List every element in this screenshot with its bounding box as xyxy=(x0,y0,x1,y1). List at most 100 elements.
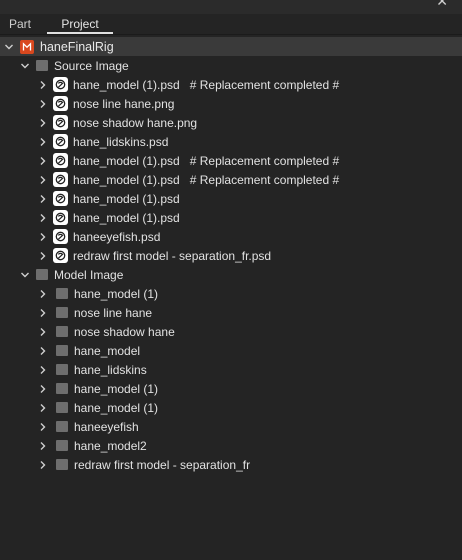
chevron-right-icon[interactable] xyxy=(38,194,48,204)
source-image-item-label: redraw first model - separation_fr.psd xyxy=(73,248,272,263)
image-file-icon xyxy=(53,210,68,225)
folder-icon xyxy=(56,364,68,375)
replacement-status-note: # Replacement completed # xyxy=(189,172,340,187)
folder-icon xyxy=(36,60,48,71)
tab-bar: Part Project xyxy=(0,14,462,35)
folder-icon xyxy=(56,307,68,318)
source-image-item-label: hane_model (1).psd xyxy=(73,210,180,225)
tree-root-row[interactable]: haneFinalRig xyxy=(0,37,462,56)
model-image-item[interactable]: redraw first model - separation_fr xyxy=(0,455,462,474)
chevron-right-icon[interactable] xyxy=(38,156,48,166)
replacement-status-note: # Replacement completed # xyxy=(189,153,340,168)
folder-icon xyxy=(56,326,68,337)
source-image-item[interactable]: hane_model (1).psd # Replacement complete… xyxy=(0,151,462,170)
chevron-right-icon[interactable] xyxy=(38,80,48,90)
image-file-icon xyxy=(53,96,68,111)
image-file-icon xyxy=(53,172,68,187)
image-file-icon xyxy=(53,153,68,168)
chevron-right-icon[interactable] xyxy=(38,403,48,413)
source-image-item[interactable]: hane_model (1).psd # Replacement complete… xyxy=(0,75,462,94)
folder-icon xyxy=(56,459,68,470)
source-image-item[interactable]: haneeyefish.psd xyxy=(0,227,462,246)
source-image-item-label: hane_lidskins.psd xyxy=(73,134,169,149)
source-image-item[interactable]: hane_lidskins.psd xyxy=(0,132,462,151)
chevron-right-icon[interactable] xyxy=(38,99,48,109)
chevron-right-icon[interactable] xyxy=(38,460,48,470)
model-image-group[interactable]: Model Image xyxy=(0,265,462,284)
source-image-item[interactable]: nose shadow hane.png xyxy=(0,113,462,132)
tab-part[interactable]: Part xyxy=(0,16,40,34)
model-image-item-label: nose shadow hane xyxy=(74,324,175,339)
model-image-group-label: Model Image xyxy=(54,267,124,282)
source-image-group[interactable]: Source Image xyxy=(0,56,462,75)
chevron-right-icon[interactable] xyxy=(38,251,48,261)
image-file-icon xyxy=(53,191,68,206)
source-image-item[interactable]: hane_model (1).psd xyxy=(0,189,462,208)
model-image-item[interactable]: haneeyefish xyxy=(0,417,462,436)
model-image-item[interactable]: hane_model xyxy=(0,341,462,360)
chevron-right-icon[interactable] xyxy=(38,365,48,375)
model-image-item-label: hane_model2 xyxy=(74,438,147,453)
tree-root-label: haneFinalRig xyxy=(40,39,114,54)
source-image-group-label: Source Image xyxy=(54,58,129,73)
chevron-down-icon[interactable] xyxy=(20,270,30,280)
image-file-icon xyxy=(53,248,68,263)
source-image-item-label: nose shadow hane.png xyxy=(73,115,198,130)
chevron-right-icon[interactable] xyxy=(38,441,48,451)
model-image-item-label: hane_lidskins xyxy=(74,362,147,377)
chevron-right-icon[interactable] xyxy=(38,175,48,185)
image-file-icon xyxy=(53,77,68,92)
folder-icon xyxy=(56,440,68,451)
chevron-down-icon[interactable] xyxy=(4,42,14,52)
model-image-item-label: haneeyefish xyxy=(74,419,139,434)
image-file-icon xyxy=(53,115,68,130)
folder-icon xyxy=(56,288,68,299)
model-image-item-label: nose line hane xyxy=(74,305,153,320)
window-top-bar: ✕ xyxy=(0,0,462,14)
chevron-right-icon[interactable] xyxy=(38,118,48,128)
chevron-right-icon[interactable] xyxy=(38,232,48,242)
model-image-item[interactable]: hane_model (1) xyxy=(0,398,462,417)
model-image-item-label: hane_model (1) xyxy=(74,286,159,301)
image-file-icon xyxy=(53,229,68,244)
model-image-item[interactable]: nose shadow hane xyxy=(0,322,462,341)
chevron-right-icon[interactable] xyxy=(38,213,48,223)
close-icon[interactable]: ✕ xyxy=(436,0,448,8)
tab-project[interactable]: Project xyxy=(47,16,113,34)
model-image-item[interactable]: hane_lidskins xyxy=(0,360,462,379)
source-image-item-label: hane_model (1).psd xyxy=(73,172,180,187)
model-image-item[interactable]: hane_model (1) xyxy=(0,379,462,398)
chevron-right-icon[interactable] xyxy=(38,137,48,147)
folder-icon xyxy=(56,345,68,356)
folder-icon xyxy=(56,402,68,413)
model-image-item-label: hane_model (1) xyxy=(74,381,159,396)
model-image-item-label: hane_model xyxy=(74,343,141,358)
chevron-right-icon[interactable] xyxy=(38,384,48,394)
source-image-item[interactable]: hane_model (1).psd # Replacement complete… xyxy=(0,170,462,189)
source-image-item-label: nose line hane.png xyxy=(73,96,175,111)
source-image-item-label: hane_model (1).psd xyxy=(73,153,180,168)
folder-icon xyxy=(56,421,68,432)
chevron-right-icon[interactable] xyxy=(38,346,48,356)
source-image-item-label: haneeyefish.psd xyxy=(73,229,161,244)
chevron-right-icon[interactable] xyxy=(38,422,48,432)
chevron-right-icon[interactable] xyxy=(38,289,48,299)
chevron-down-icon[interactable] xyxy=(20,61,30,71)
replacement-status-note: # Replacement completed # xyxy=(189,77,340,92)
image-file-icon xyxy=(53,134,68,149)
app-model-icon xyxy=(20,39,34,54)
model-image-item[interactable]: hane_model2 xyxy=(0,436,462,455)
source-image-item[interactable]: nose line hane.png xyxy=(0,94,462,113)
source-image-item[interactable]: redraw first model - separation_fr.psd xyxy=(0,246,462,265)
chevron-right-icon[interactable] xyxy=(38,308,48,318)
source-image-item-label: hane_model (1).psd xyxy=(73,191,180,206)
folder-icon xyxy=(56,383,68,394)
model-image-item-label: hane_model (1) xyxy=(74,400,159,415)
chevron-right-icon[interactable] xyxy=(38,327,48,337)
model-image-item[interactable]: hane_model (1) xyxy=(0,284,462,303)
model-image-item[interactable]: nose line hane xyxy=(0,303,462,322)
source-image-item[interactable]: hane_model (1).psd xyxy=(0,208,462,227)
source-image-item-label: hane_model (1).psd xyxy=(73,77,180,92)
model-image-item-label: redraw first model - separation_fr xyxy=(74,457,251,472)
folder-icon xyxy=(36,269,48,280)
